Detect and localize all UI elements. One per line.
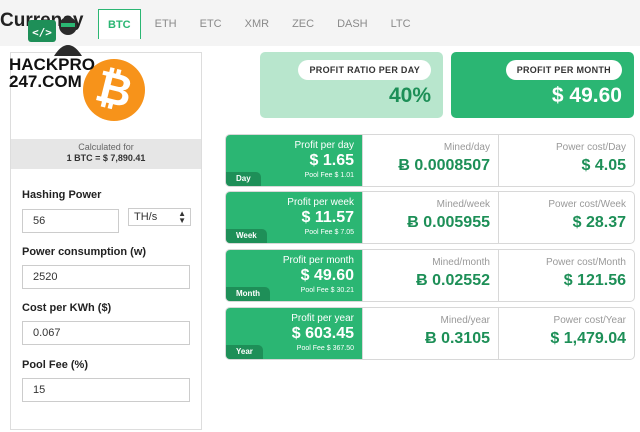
watermark-line-2: 247.COM [9, 72, 82, 91]
power-cost-label: Power cost/Year [553, 315, 626, 326]
profit-cell: Profit per year $ 603.45 Pool Fee $ 367.… [226, 308, 362, 359]
cost-per-kwh-label: Cost per KWh ($) [22, 302, 112, 314]
mined-label: Mined/day [443, 142, 490, 153]
profit-cell: Profit per month $ 49.60 Pool Fee $ 30.2… [226, 250, 362, 301]
result-row-year: Profit per year $ 603.45 Pool Fee $ 367.… [225, 307, 635, 360]
power-consumption-input[interactable]: 2520 [22, 265, 190, 289]
profit-month-label: PROFIT PER MONTH [505, 60, 622, 80]
hashing-power-input[interactable]: 56 [22, 209, 119, 233]
cost-per-kwh-input[interactable]: 0.067 [22, 321, 190, 345]
mined-cell: Mined/month Ƀ 0.02552 [362, 250, 498, 301]
power-cost-label: Power cost/Day [555, 142, 626, 153]
profit-label: Profit per month [282, 255, 354, 266]
hashing-power-label: Hashing Power [22, 189, 102, 201]
power-cost-value: $ 28.37 [572, 214, 626, 231]
tab-dash[interactable]: DASH [328, 9, 377, 39]
watermark-line-1: HACKPRO [9, 55, 95, 74]
profit-label: Profit per day [294, 140, 354, 151]
profit-ratio-label: PROFIT RATIO PER DAY [298, 60, 431, 80]
profit-value: $ 603.45 [291, 325, 354, 342]
mined-value: Ƀ 0.005955 [407, 214, 490, 231]
exchange-rate-box: Calculated for 1 BTC = $ 7,890.41 [11, 139, 201, 169]
mined-cell: Mined/day Ƀ 0.0008507 [362, 135, 498, 186]
exchange-rate: 1 BTC = $ 7,890.41 [66, 153, 146, 163]
profit-month-card: PROFIT PER MONTH $ 49.60 [451, 52, 634, 118]
power-cost-value: $ 1,479.04 [550, 330, 626, 347]
mined-label: Mined/week [436, 199, 490, 210]
power-cost-value: $ 4.05 [581, 157, 626, 174]
power-cost-cell: Power cost/Month $ 121.56 [498, 250, 634, 301]
pool-fee-value: Pool Fee $ 7.05 [304, 229, 354, 236]
mined-cell: Mined/week Ƀ 0.005955 [362, 192, 498, 243]
mined-cell: Mined/year Ƀ 0.3105 [362, 308, 498, 359]
power-cost-value: $ 121.56 [563, 272, 626, 289]
tab-etc[interactable]: ETC [191, 9, 231, 39]
power-consumption-label: Power consumption (w) [22, 246, 147, 258]
profit-cell: Profit per day $ 1.65 Pool Fee $ 1.01 Da… [226, 135, 362, 186]
mined-value: Ƀ 0.02552 [416, 272, 490, 289]
pool-fee-label: Pool Fee (%) [22, 359, 89, 371]
hashing-unit-value: TH/s [134, 211, 158, 223]
power-cost-cell: Power cost/Year $ 1,479.04 [498, 308, 634, 359]
period-tag: Day [226, 172, 261, 186]
profit-label: Profit per week [287, 197, 354, 208]
tab-ltc[interactable]: LTC [382, 9, 420, 39]
pool-fee-value: Pool Fee $ 367.50 [296, 345, 354, 352]
mined-value: Ƀ 0.0008507 [398, 157, 490, 174]
profit-ratio-value: 40% [388, 84, 431, 107]
hackpro-watermark-logo: </> HACKPRO 247.COM [8, 14, 108, 94]
power-cost-cell: Power cost/Week $ 28.37 [498, 192, 634, 243]
mined-label: Mined/month [432, 257, 490, 268]
power-cost-label: Power cost/Month [545, 257, 626, 268]
currency-tabs: BTC ETH ETC XMR ZEC DASH LTC [98, 9, 425, 39]
profit-ratio-card: PROFIT RATIO PER DAY 40% [260, 52, 443, 118]
mined-label: Mined/year [440, 315, 490, 326]
period-tag: Year [226, 345, 263, 359]
profit-cell: Profit per week $ 11.57 Pool Fee $ 7.05 … [226, 192, 362, 243]
profit-value: $ 49.60 [300, 267, 354, 284]
result-row-month: Profit per month $ 49.60 Pool Fee $ 30.2… [225, 249, 635, 302]
svg-text:</>: </> [32, 26, 52, 39]
tab-zec[interactable]: ZEC [283, 9, 323, 39]
pool-fee-input[interactable]: 15 [22, 378, 190, 402]
profit-value: $ 11.57 [301, 209, 355, 226]
mined-value: Ƀ 0.3105 [425, 330, 490, 347]
hashing-unit-select[interactable]: TH/s ▲ ▼ [128, 208, 191, 226]
pool-fee-value: Pool Fee $ 30.21 [300, 287, 354, 294]
period-tag: Week [226, 229, 267, 243]
profit-value: $ 1.65 [309, 152, 354, 169]
power-cost-label: Power cost/Week [548, 199, 626, 210]
power-cost-cell: Power cost/Day $ 4.05 [498, 135, 634, 186]
result-row-week: Profit per week $ 11.57 Pool Fee $ 7.05 … [225, 191, 635, 244]
select-arrows-icon: ▲ ▼ [178, 209, 186, 225]
calculated-for-label: Calculated for [78, 142, 134, 152]
profit-month-value: $ 49.60 [551, 84, 622, 107]
watermark-text: HACKPRO 247.COM [9, 56, 95, 90]
tab-xmr[interactable]: XMR [236, 9, 278, 39]
profit-label: Profit per year [291, 313, 354, 324]
pool-fee-value: Pool Fee $ 1.01 [304, 172, 354, 179]
calculator-panel: ₿ Calculated for 1 BTC = $ 7,890.41 Hash… [10, 52, 202, 430]
hacker-icon: </> [28, 17, 82, 56]
tab-eth[interactable]: ETH [146, 9, 186, 39]
period-tag: Month [226, 287, 270, 301]
result-row-day: Profit per day $ 1.65 Pool Fee $ 1.01 Da… [225, 134, 635, 187]
